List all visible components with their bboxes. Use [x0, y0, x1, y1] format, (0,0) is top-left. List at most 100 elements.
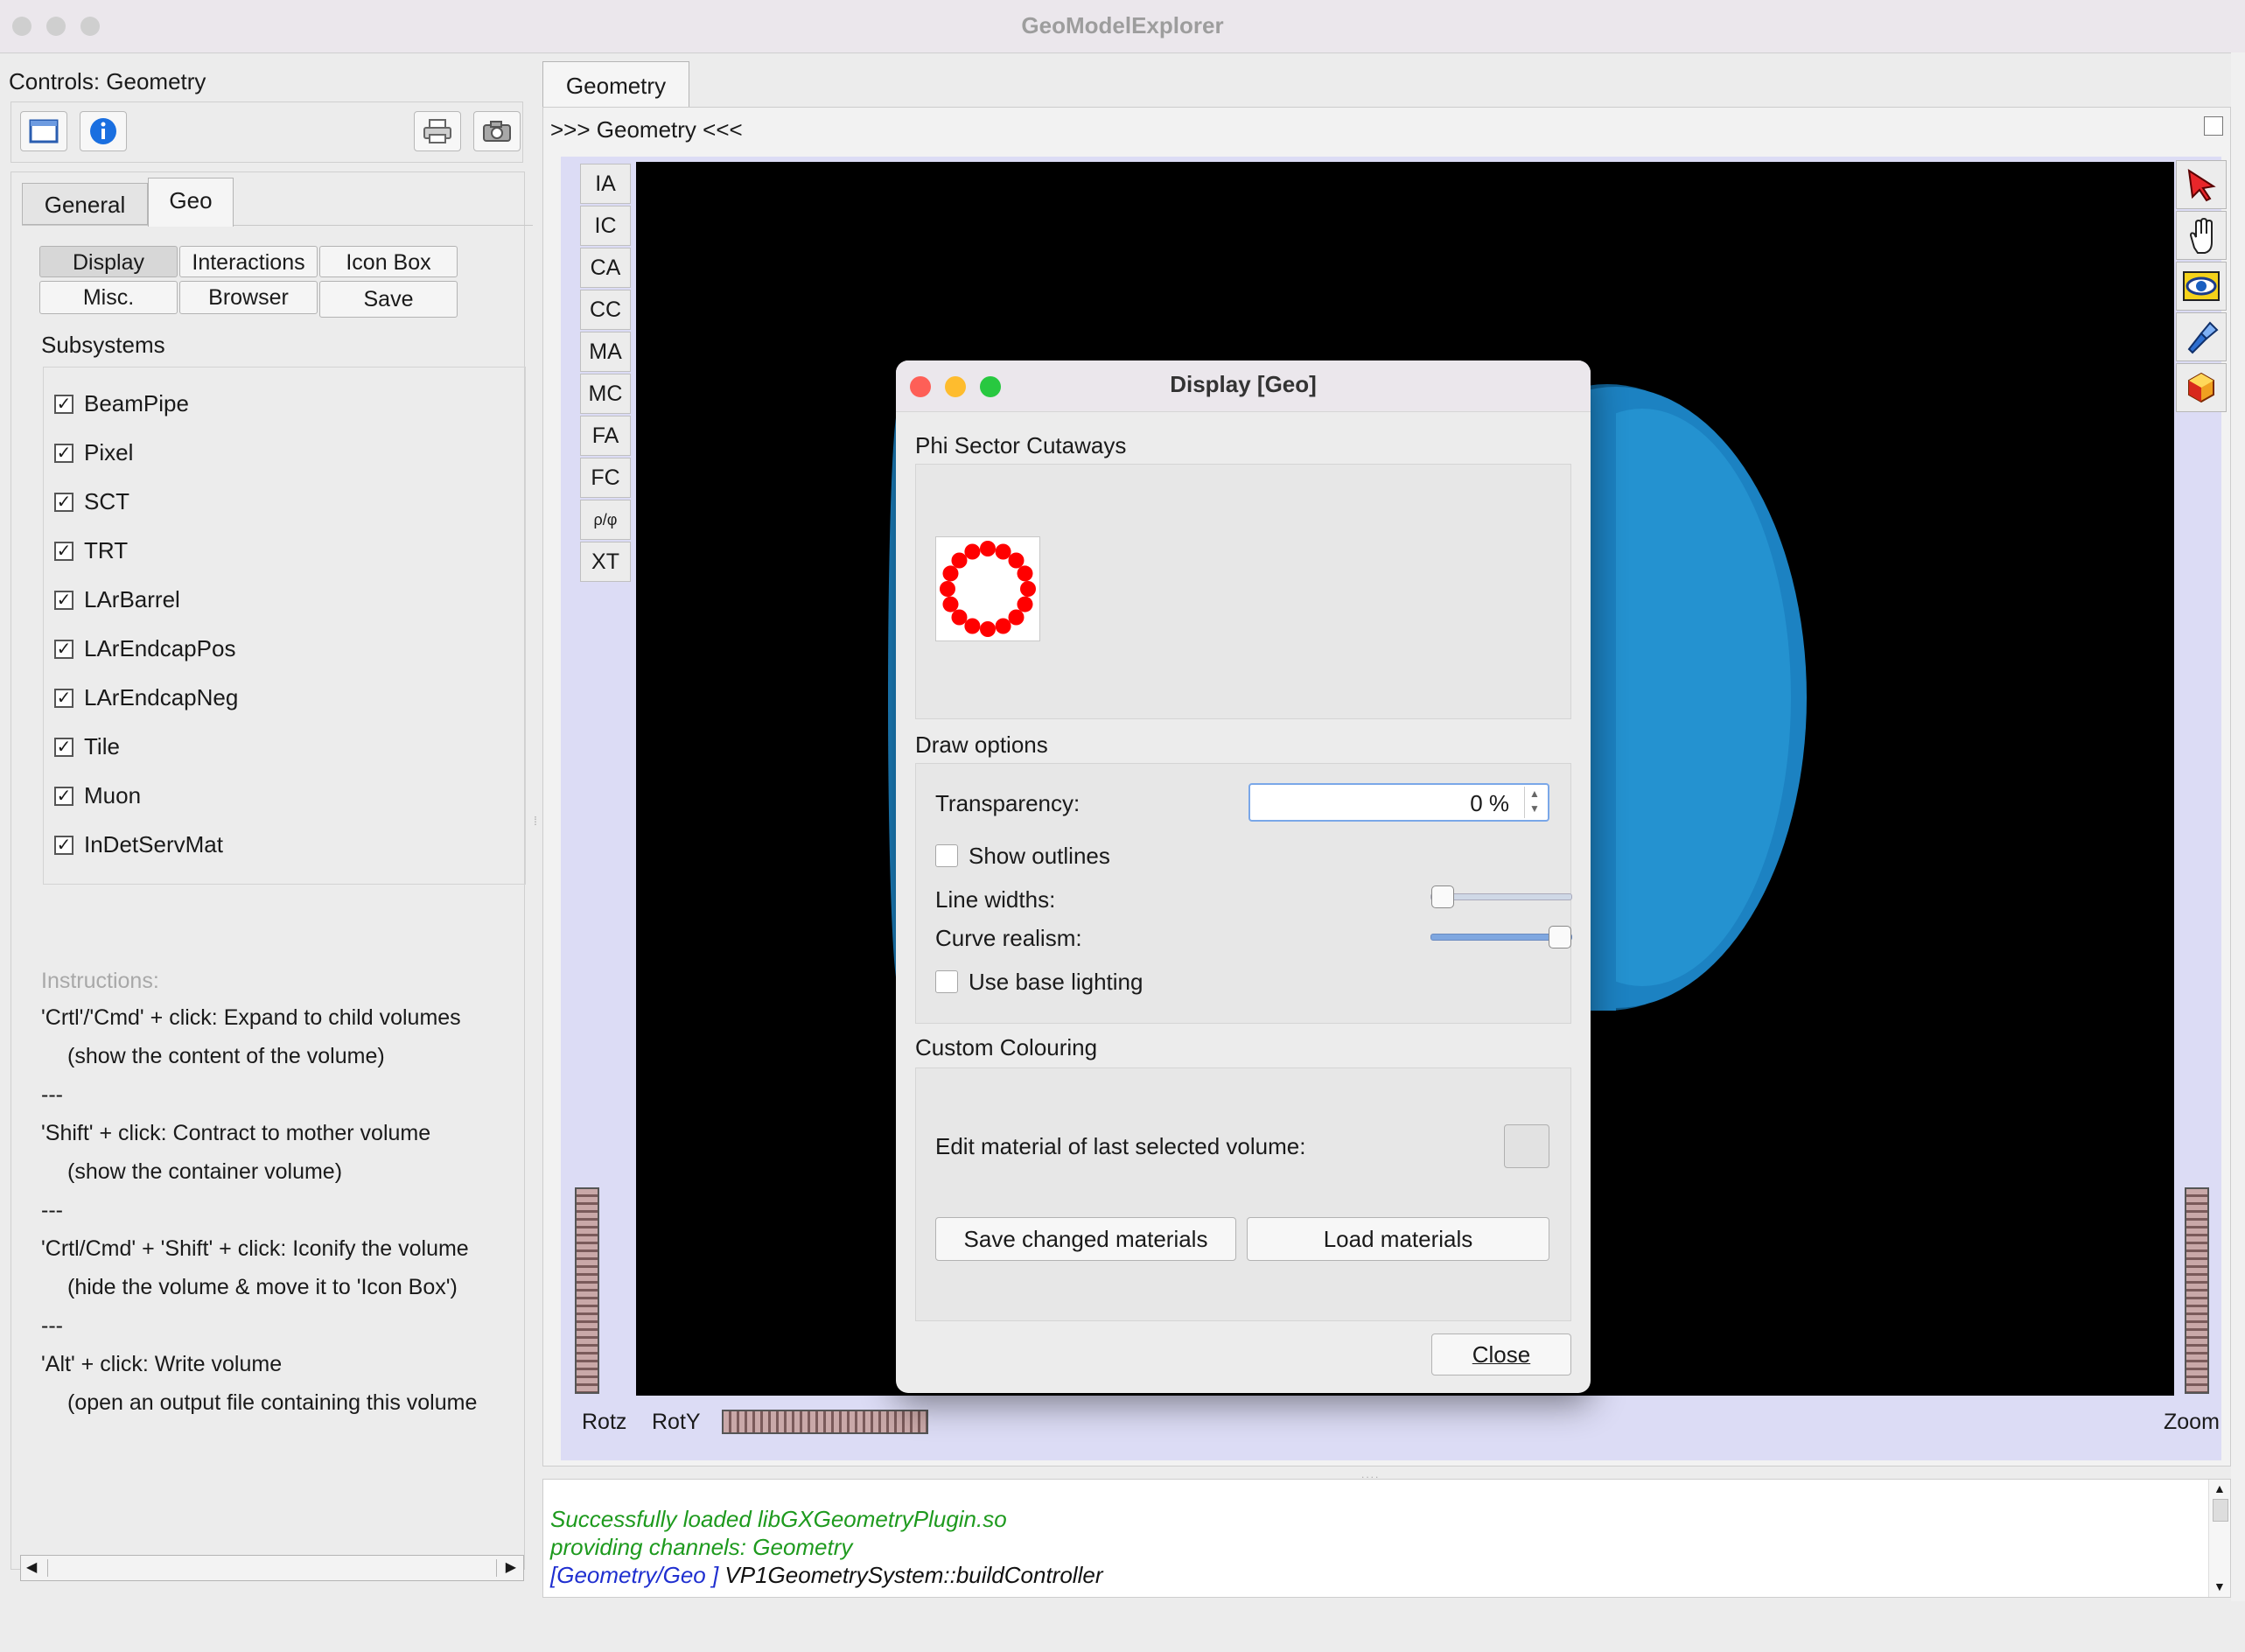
- zoom-wheel[interactable]: [2185, 1187, 2209, 1394]
- view-preset-button[interactable]: CC: [580, 290, 631, 330]
- instruction-line: ---: [41, 1198, 63, 1222]
- subsystem-checkbox[interactable]: ✓: [54, 492, 73, 512]
- subsystem-checkbox[interactable]: ✓: [54, 541, 73, 561]
- view-preset-button[interactable]: IC: [580, 206, 631, 246]
- info-button[interactable]: [80, 111, 127, 151]
- view-preset-button[interactable]: ρ/φ: [580, 500, 631, 540]
- subsystem-item[interactable]: ✓ LArBarrel: [54, 586, 180, 613]
- phi-sector-dot[interactable]: [951, 552, 968, 569]
- subsystem-checkbox[interactable]: ✓: [54, 394, 73, 414]
- cube-icon: [2188, 372, 2214, 403]
- roty-wheel[interactable]: [722, 1410, 928, 1434]
- save-button[interactable]: Save: [319, 281, 458, 318]
- splitter-handle[interactable]: ⁞: [534, 814, 542, 831]
- subsystem-item[interactable]: ✓ SCT: [54, 488, 129, 515]
- fullscreen-button[interactable]: [20, 111, 67, 151]
- line-widths-thumb[interactable]: [1431, 886, 1454, 908]
- phi-sector-dot[interactable]: [1017, 596, 1033, 612]
- subsystem-checkbox[interactable]: ✓: [54, 737, 73, 757]
- subsystem-label: InDetServMat: [84, 831, 223, 858]
- controls-panel: General Geo Display Interactions Icon Bo…: [10, 172, 533, 1581]
- phi-sector-dot[interactable]: [1008, 609, 1025, 626]
- phi-sector-dot[interactable]: [951, 609, 968, 626]
- curve-realism-label: Curve realism:: [935, 925, 1082, 951]
- display-button[interactable]: Display: [39, 246, 178, 277]
- phi-sector-dot[interactable]: [980, 621, 996, 637]
- scroll-thumb[interactable]: [2213, 1499, 2228, 1522]
- save-materials-button[interactable]: Save changed materials: [935, 1217, 1236, 1261]
- subsystem-checkbox[interactable]: ✓: [54, 443, 73, 463]
- log-splitter-handle[interactable]: ....: [1361, 1468, 1388, 1480]
- subsystem-label: Pixel: [84, 439, 134, 466]
- phi-sector-dot[interactable]: [942, 596, 959, 612]
- phi-sector-widget[interactable]: [935, 536, 1040, 641]
- view-preset-button[interactable]: IA: [580, 164, 631, 204]
- tab-geo[interactable]: Geo: [148, 178, 234, 227]
- curve-realism-thumb[interactable]: [1549, 926, 1571, 948]
- phi-sector-dot[interactable]: [964, 618, 981, 634]
- view-preset-button[interactable]: CA: [580, 248, 631, 288]
- subsystem-checkbox[interactable]: ✓: [54, 835, 73, 855]
- light-button[interactable]: [2176, 312, 2227, 361]
- subsystem-item[interactable]: ✓ LArEndcapNeg: [54, 684, 238, 711]
- phi-sector-dot[interactable]: [942, 565, 959, 582]
- icon-box-button[interactable]: Icon Box: [319, 246, 458, 277]
- instruction-line: ---: [41, 1082, 63, 1107]
- curve-realism-slider[interactable]: [1430, 926, 1572, 948]
- phi-sector-dot[interactable]: [995, 543, 1011, 560]
- pan-tool-button[interactable]: [2176, 211, 2227, 260]
- subsystem-item[interactable]: ✓ BeamPipe: [54, 390, 189, 417]
- tab-geometry-viewer[interactable]: Geometry: [542, 61, 689, 108]
- phi-sector-dot[interactable]: [995, 618, 1011, 634]
- select-tool-button[interactable]: [2176, 160, 2227, 209]
- subsystem-item[interactable]: ✓ LArEndcapPos: [54, 635, 235, 662]
- spin-arrows-icon[interactable]: ▲ ▼: [1524, 787, 1544, 818]
- phi-sector-dot[interactable]: [1008, 552, 1025, 569]
- phi-sector-dot[interactable]: [980, 541, 996, 556]
- view-preset-button[interactable]: XT: [580, 542, 631, 582]
- scroll-up-icon[interactable]: ▲: [2214, 1481, 2226, 1495]
- horizontal-scrollbar[interactable]: ◀ ▶: [20, 1555, 524, 1581]
- snapshot-button[interactable]: [473, 111, 521, 151]
- view-preset-button[interactable]: FA: [580, 416, 631, 456]
- misc-button[interactable]: Misc.: [39, 281, 178, 314]
- view-preset-button[interactable]: MA: [580, 332, 631, 372]
- rotz-wheel[interactable]: [575, 1187, 599, 1394]
- browser-button[interactable]: Browser: [179, 281, 318, 314]
- phi-sector-dot[interactable]: [964, 543, 981, 560]
- view-all-button[interactable]: [2176, 262, 2227, 311]
- subsystem-item[interactable]: ✓ InDetServMat: [54, 831, 223, 858]
- scroll-track[interactable]: [47, 1559, 497, 1577]
- subsystem-item[interactable]: ✓ Pixel: [54, 439, 133, 466]
- scroll-down-icon[interactable]: ▼: [2214, 1579, 2226, 1593]
- load-materials-button[interactable]: Load materials: [1247, 1217, 1549, 1261]
- phi-sector-ring: [940, 541, 1036, 637]
- view-preset-button[interactable]: FC: [580, 458, 631, 498]
- subsystem-item[interactable]: ✓ Tile: [54, 733, 120, 760]
- subsystem-item[interactable]: ✓ Muon: [54, 782, 141, 809]
- material-color-button[interactable]: [1504, 1124, 1549, 1168]
- subsystem-checkbox[interactable]: ✓: [54, 639, 73, 659]
- use-base-lighting-checkbox[interactable]: [935, 970, 958, 993]
- show-outlines-checkbox[interactable]: [935, 844, 958, 867]
- line-widths-slider[interactable]: [1430, 886, 1572, 908]
- phi-sector-dot[interactable]: [1017, 565, 1033, 582]
- projection-button[interactable]: [2176, 363, 2227, 412]
- scroll-right-icon[interactable]: ▶: [506, 1558, 516, 1576]
- subsystem-item[interactable]: ✓ TRT: [54, 537, 128, 564]
- subsystem-checkbox[interactable]: ✓: [54, 590, 73, 610]
- transparency-spinbox[interactable]: 0 % ▲ ▼: [1248, 783, 1549, 822]
- subsystem-checkbox[interactable]: ✓: [54, 688, 73, 708]
- print-button[interactable]: [414, 111, 461, 151]
- log-line-3: [Geometry/Geo ] VP1GeometrySystem::build…: [550, 1562, 1102, 1589]
- phi-sector-dot[interactable]: [1020, 581, 1036, 597]
- tab-general[interactable]: General: [22, 183, 148, 225]
- view-preset-button[interactable]: MC: [580, 374, 631, 414]
- log-scrollbar[interactable]: ▲ ▼: [2208, 1480, 2230, 1597]
- float-window-icon[interactable]: [2204, 116, 2223, 136]
- phi-sector-dot[interactable]: [940, 581, 955, 597]
- scroll-left-icon[interactable]: ◀: [26, 1558, 37, 1576]
- close-button[interactable]: Close: [1431, 1334, 1571, 1376]
- interactions-button[interactable]: Interactions: [179, 246, 318, 277]
- subsystem-checkbox[interactable]: ✓: [54, 786, 73, 806]
